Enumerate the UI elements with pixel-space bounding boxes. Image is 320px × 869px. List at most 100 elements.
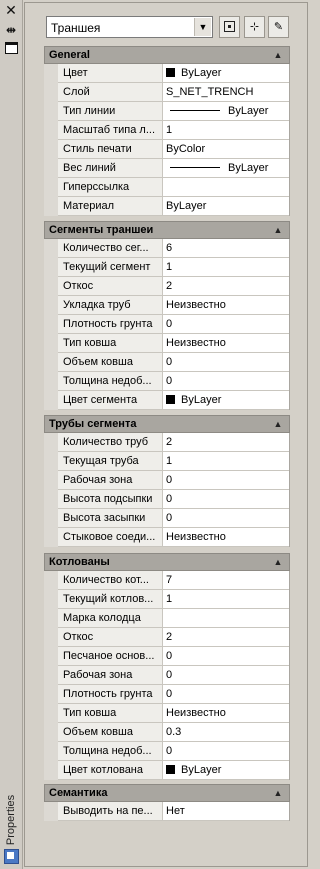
collapse-icon[interactable]: ▲ — [271, 48, 285, 62]
property-row[interactable]: Укладка труб Неизвестно — [58, 296, 289, 315]
toggle-pickadd-button[interactable] — [219, 16, 240, 38]
properties-menu-icon[interactable] — [4, 41, 18, 55]
property-value[interactable]: 0 — [166, 509, 287, 527]
property-row[interactable]: Вес линий ByLayer — [58, 159, 289, 178]
property-row[interactable]: Откос 2 — [58, 628, 289, 647]
section-title: Трубы сегмента — [49, 418, 137, 430]
property-value[interactable]: 0 — [166, 742, 287, 760]
object-type-selector[interactable]: Траншея ▼ — [46, 16, 213, 38]
property-row[interactable]: Плотность грунта 0 — [58, 315, 289, 334]
property-row[interactable]: Цвет котлована ByLayer — [58, 761, 289, 780]
property-row[interactable]: Откос 2 — [58, 277, 289, 296]
property-row[interactable]: Материал ByLayer — [58, 197, 289, 216]
section-header[interactable]: General ▲ — [44, 46, 290, 64]
property-value-text: 1 — [166, 261, 173, 273]
property-row[interactable]: Выводить на пе... Нет — [58, 802, 289, 821]
close-icon[interactable]: ✕ — [4, 3, 18, 17]
property-label: Материал — [58, 197, 163, 215]
property-value[interactable]: 0 — [166, 490, 287, 508]
property-value[interactable]: 1 — [166, 452, 287, 470]
property-row[interactable]: Текущий сегмент 1 — [58, 258, 289, 277]
property-row[interactable]: Плотность грунта 0 — [58, 685, 289, 704]
quick-select-button[interactable]: ✎ — [268, 16, 289, 38]
property-row[interactable]: Текущий котлов... 1 — [58, 590, 289, 609]
property-row[interactable]: Стиль печати ByColor — [58, 140, 289, 159]
property-label: Текущий котлов... — [58, 590, 163, 608]
section-header[interactable]: Трубы сегмента ▲ — [44, 415, 290, 433]
property-row[interactable]: Гиперссылка — [58, 178, 289, 197]
collapse-icon[interactable]: ▲ — [271, 555, 285, 569]
property-value[interactable]: ByLayer — [166, 197, 287, 215]
property-value[interactable]: ByLayer — [166, 391, 287, 409]
property-value[interactable]: ByLayer — [166, 159, 287, 177]
property-row[interactable]: Высота подсыпки 0 — [58, 490, 289, 509]
property-row[interactable]: Текущая труба 1 — [58, 452, 289, 471]
section-header[interactable]: Семантика ▲ — [44, 784, 290, 802]
property-value[interactable]: 7 — [166, 571, 287, 589]
color-swatch-icon — [166, 765, 175, 774]
property-row[interactable]: Песчаное основ... 0 — [58, 647, 289, 666]
property-row[interactable]: Цвет сегмента ByLayer — [58, 391, 289, 410]
property-value[interactable]: Неизвестно — [166, 704, 287, 722]
property-value[interactable]: 2 — [166, 628, 287, 646]
property-value[interactable] — [166, 609, 287, 627]
property-value[interactable]: ByLayer — [166, 64, 287, 82]
property-value[interactable]: Неизвестно — [166, 334, 287, 352]
collapse-icon[interactable]: ▲ — [271, 417, 285, 431]
property-value[interactable]: 0.3 — [166, 723, 287, 741]
property-row[interactable]: Объем ковша 0 — [58, 353, 289, 372]
property-row[interactable]: Стыковое соеди... Неизвестно — [58, 528, 289, 547]
property-value[interactable]: Нет — [166, 802, 287, 820]
property-value[interactable]: ByColor — [166, 140, 287, 158]
chevron-down-icon[interactable]: ▼ — [194, 18, 211, 36]
property-value[interactable]: S_NET_TRENCH — [166, 83, 287, 101]
select-objects-button[interactable]: ⊹ — [244, 16, 265, 38]
property-row[interactable]: Тип линии ByLayer — [58, 102, 289, 121]
palette-settings-icon[interactable] — [4, 849, 19, 864]
section-header[interactable]: Котлованы ▲ — [44, 553, 290, 571]
property-row[interactable]: Рабочая зона 0 — [58, 471, 289, 490]
property-value-text: ByLayer — [166, 200, 207, 212]
property-value[interactable]: Неизвестно — [166, 296, 287, 314]
collapse-icon[interactable]: ▲ — [271, 223, 285, 237]
property-label: Высота подсыпки — [58, 490, 163, 508]
property-row[interactable]: Объем ковша 0.3 — [58, 723, 289, 742]
property-value[interactable]: 0 — [166, 647, 287, 665]
property-value[interactable]: 6 — [166, 239, 287, 257]
property-label: Плотность грунта — [58, 315, 163, 333]
property-row[interactable]: Тип ковша Неизвестно — [58, 334, 289, 353]
property-value[interactable]: 0 — [166, 372, 287, 390]
auto-hide-icon[interactable]: ⇹ — [4, 23, 18, 37]
property-value[interactable]: 2 — [166, 433, 287, 451]
property-label: Цвет сегмента — [58, 391, 163, 409]
property-value[interactable]: ByLayer — [166, 761, 287, 779]
property-value-text: ByLayer — [181, 394, 222, 406]
property-value[interactable]: 0 — [166, 666, 287, 684]
property-row[interactable]: Количество сег... 6 — [58, 239, 289, 258]
property-row[interactable]: Слой S_NET_TRENCH — [58, 83, 289, 102]
property-row[interactable]: Количество кот... 7 — [58, 571, 289, 590]
property-value[interactable]: 0 — [166, 685, 287, 703]
property-row[interactable]: Масштаб типа л... 1 — [58, 121, 289, 140]
property-value[interactable]: 1 — [166, 590, 287, 608]
section-header[interactable]: Сегменты траншеи ▲ — [44, 221, 290, 239]
property-row[interactable]: Количество труб 2 — [58, 433, 289, 452]
property-row[interactable]: Высота засыпки 0 — [58, 509, 289, 528]
property-value[interactable] — [166, 178, 287, 196]
collapse-icon[interactable]: ▲ — [271, 786, 285, 800]
property-row[interactable]: Рабочая зона 0 — [58, 666, 289, 685]
property-row[interactable]: Толщина недоб... 0 — [58, 742, 289, 761]
property-value[interactable]: Неизвестно — [166, 528, 287, 546]
property-value[interactable]: 0 — [166, 471, 287, 489]
property-value[interactable]: 0 — [166, 353, 287, 371]
property-value[interactable]: ByLayer — [166, 102, 287, 120]
palette-title: Properties — [5, 794, 17, 846]
property-value[interactable]: 1 — [166, 258, 287, 276]
property-row[interactable]: Тип ковша Неизвестно — [58, 704, 289, 723]
property-value[interactable]: 0 — [166, 315, 287, 333]
property-row[interactable]: Марка колодца — [58, 609, 289, 628]
property-row[interactable]: Толщина недоб... 0 — [58, 372, 289, 391]
property-row[interactable]: Цвет ByLayer — [58, 64, 289, 83]
property-value[interactable]: 2 — [166, 277, 287, 295]
property-value[interactable]: 1 — [166, 121, 287, 139]
